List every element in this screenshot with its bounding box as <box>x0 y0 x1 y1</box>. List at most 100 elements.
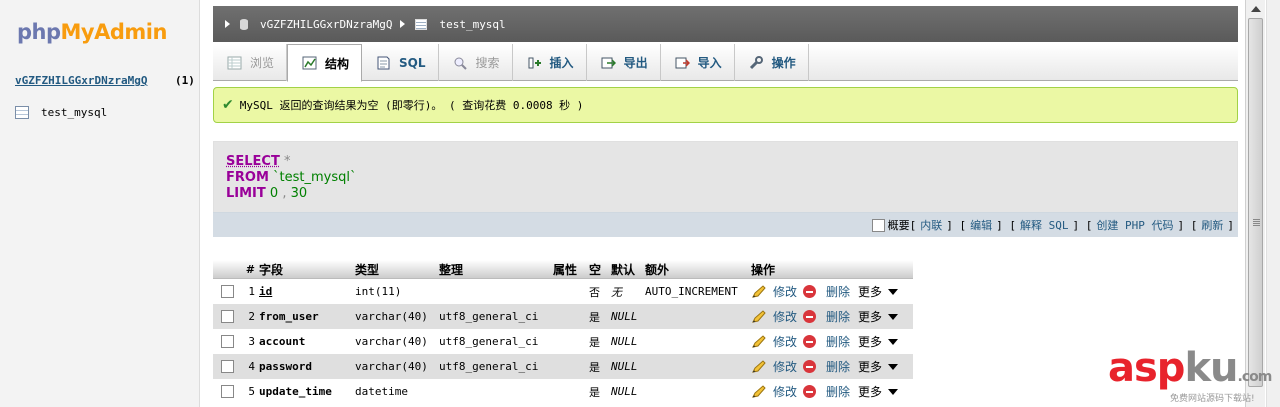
export-icon <box>601 57 616 68</box>
header-attributes: 属性 <box>553 262 578 277</box>
delete-action[interactable]: 删除 <box>826 308 850 325</box>
dropdown-arrow-icon[interactable] <box>888 388 899 395</box>
refresh-link[interactable]: 刷新 <box>1201 217 1223 233</box>
delete-icon[interactable] <box>803 285 817 298</box>
table-header: # 字段 类型 整理 属性 空 默认 额外 操作 <box>213 260 913 279</box>
row-checkbox[interactable] <box>220 335 234 348</box>
delete-icon[interactable] <box>803 335 817 348</box>
dropdown-arrow-icon[interactable] <box>888 363 899 370</box>
row-actions: 修改 删除 更多 <box>751 383 913 400</box>
bracket-open: [ <box>959 218 967 232</box>
tab-label: SQL <box>399 55 426 70</box>
tab-search[interactable]: 搜索 <box>439 44 513 81</box>
row-type: varchar(40) <box>355 335 428 348</box>
table-icon <box>15 106 29 119</box>
row-checkbox[interactable] <box>220 385 234 398</box>
sql-comma: , <box>282 186 287 201</box>
delete-action[interactable]: 删除 <box>826 283 850 300</box>
more-action[interactable]: 更多 <box>858 283 882 300</box>
dropdown-arrow-icon[interactable] <box>888 338 899 345</box>
insert-icon <box>528 57 541 68</box>
header-collation: 整理 <box>439 262 464 277</box>
delete-icon[interactable] <box>803 385 817 398</box>
row-checkbox-cell <box>213 385 241 398</box>
delete-action[interactable]: 删除 <box>826 383 850 400</box>
more-action[interactable]: 更多 <box>858 383 882 400</box>
create-php-link[interactable]: 创建 PHP 代码 <box>1096 217 1173 233</box>
tab-label: 导出 <box>623 56 648 70</box>
tab-export[interactable]: 导出 <box>587 44 661 81</box>
pencil-icon[interactable] <box>751 384 767 399</box>
row-num: 1 <box>248 285 255 298</box>
edit-action[interactable]: 修改 <box>773 308 797 325</box>
delete-action[interactable]: 删除 <box>826 333 850 350</box>
table-row: 4 password varchar(40) utf8_general_ci 是 NULL… <box>213 354 913 379</box>
breadcrumb-database[interactable]: vGZFZHILGGxrDNzraMgQ <box>260 18 392 31</box>
vertical-scrollbar[interactable] <box>1245 0 1265 407</box>
scroll-up-arrow-icon[interactable] <box>1251 6 1261 12</box>
row-field: password <box>259 360 312 373</box>
success-message: ✔ MySQL 返回的查询结果为空 (即零行)。 ( 查询花费 0.0008 秒… <box>213 87 1238 123</box>
tab-insert[interactable]: 插入 <box>513 44 587 81</box>
sql-options-bar: 概要 [内联] [编辑] [解释 SQL] [创建 PHP 代码] [刷新] <box>213 212 1238 237</box>
more-action[interactable]: 更多 <box>858 358 882 375</box>
row-default: NULL <box>611 385 638 398</box>
row-collation: utf8_general_ci <box>439 335 539 348</box>
delete-icon[interactable] <box>803 310 817 323</box>
logo-php-text: php <box>17 20 61 44</box>
edit-link[interactable]: 编辑 <box>970 217 992 233</box>
nav-table-label: test_mysql <box>41 106 108 119</box>
watermark-asp: asp <box>1108 345 1185 391</box>
sql-icon <box>377 56 390 69</box>
more-action[interactable]: 更多 <box>858 333 882 350</box>
profiling-label: 概要 <box>887 219 910 232</box>
bracket-open: [ <box>1085 218 1093 232</box>
edit-action[interactable]: 修改 <box>773 383 797 400</box>
row-checkbox[interactable] <box>220 310 234 323</box>
dropdown-arrow-icon[interactable] <box>888 313 899 320</box>
success-message-text: MySQL 返回的查询结果为空 (即零行)。 ( 查询花费 0.0008 秒 ) <box>239 99 584 112</box>
row-type: varchar(40) <box>355 360 428 373</box>
pencil-icon[interactable] <box>751 334 767 349</box>
database-link[interactable]: vGZFZHILGGxrDNzraMgQ <box>15 74 147 87</box>
delete-icon[interactable] <box>803 360 817 373</box>
table-row: 5 update_time datetime 是 NULL 修改 删除 更多 <box>213 379 913 404</box>
edit-action[interactable]: 修改 <box>773 358 797 375</box>
pencil-icon[interactable] <box>751 284 767 299</box>
explain-sql-link[interactable]: 解释 SQL <box>1020 217 1069 233</box>
edit-action[interactable]: 修改 <box>773 283 797 300</box>
row-num: 4 <box>248 360 255 373</box>
tab-label: 搜索 <box>475 56 500 70</box>
database-table-count: (1) <box>175 74 195 87</box>
header-type: 类型 <box>355 262 380 277</box>
edit-action[interactable]: 修改 <box>773 333 797 350</box>
tab-import[interactable]: 导入 <box>661 44 735 81</box>
breadcrumb-table[interactable]: test_mysql <box>439 18 505 31</box>
delete-action[interactable]: 删除 <box>826 358 850 375</box>
header-field[interactable]: 字段 <box>259 261 355 278</box>
pencil-icon[interactable] <box>751 359 767 374</box>
profiling-checkbox[interactable] <box>871 218 885 232</box>
nav-table-item[interactable]: test_mysql <box>15 106 107 119</box>
row-checkbox[interactable] <box>220 285 234 298</box>
sql-query-text: SELECT * FROM `test_mysql` LIMIT 0 , 30 <box>226 154 357 202</box>
tab-browse[interactable]: 浏览 <box>213 44 288 81</box>
tab-structure[interactable]: 结构 <box>287 44 363 82</box>
tab-sql[interactable]: SQL <box>362 44 439 81</box>
more-action[interactable]: 更多 <box>858 308 882 325</box>
header-null: 空 <box>589 262 602 277</box>
row-field: from_user <box>259 310 319 323</box>
scrollbar-thumb[interactable] <box>1248 18 1263 387</box>
outer-scrollbar[interactable] <box>1266 0 1280 407</box>
pencil-icon[interactable] <box>751 309 767 324</box>
dropdown-arrow-icon[interactable] <box>888 288 899 295</box>
inline-edit-link[interactable]: 内联 <box>920 217 942 233</box>
bracket-close: ] <box>1177 218 1185 232</box>
bracket-close: ] <box>946 218 953 232</box>
tab-operations[interactable]: 操作 <box>735 44 809 81</box>
row-null: 是 <box>589 335 600 349</box>
phpmyadmin-logo[interactable]: phpMyAdmin <box>17 20 167 44</box>
row-field: update_time <box>259 385 332 398</box>
row-checkbox[interactable] <box>220 360 234 373</box>
row-actions: 修改 删除 更多 <box>751 358 913 375</box>
